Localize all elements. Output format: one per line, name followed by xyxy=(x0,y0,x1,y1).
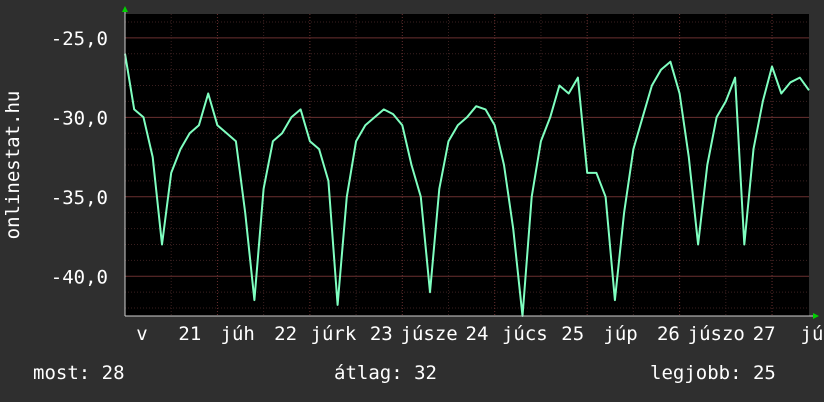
y-tick-label: -40,0 xyxy=(51,266,108,288)
x-axis-arrow-icon xyxy=(813,313,819,319)
x-tick-label: júrk xyxy=(311,323,357,345)
x-tick-label: 27 xyxy=(753,323,776,345)
x-tick-label: júszo xyxy=(688,323,745,345)
x-tick-label: 22 xyxy=(274,323,297,345)
x-tick-label: jú xyxy=(801,323,824,345)
x-tick-label: 25 xyxy=(561,323,584,345)
footer-current-value: most: 28 xyxy=(33,362,125,384)
line-chart: -25,0 -30,0 -35,0 -40,0 v 21 júh 22 júrk 23 júsze… xyxy=(2,6,823,345)
y-axis-label: onlinestat.hu xyxy=(2,91,24,240)
x-tick-label: 21 xyxy=(178,323,201,345)
y-tick-label: -35,0 xyxy=(51,187,108,209)
x-tick-label: júcs xyxy=(502,323,548,345)
x-tick-label: júsze xyxy=(401,323,458,345)
footer-average-value: átlag: 32 xyxy=(334,362,437,384)
chart-frame: -25,0 -30,0 -35,0 -40,0 v 21 júh 22 júrk 23 júsze… xyxy=(0,0,824,402)
y-tick-label: -30,0 xyxy=(51,107,108,129)
footer-best-value: legjobb: 25 xyxy=(650,362,776,384)
y-tick-label: -25,0 xyxy=(51,28,108,50)
x-tick-label: júp xyxy=(603,323,637,345)
x-tick-label: v xyxy=(136,323,147,345)
x-tick-label: 26 xyxy=(657,323,680,345)
x-tick-label: 23 xyxy=(370,323,393,345)
x-tick-label: júh xyxy=(221,323,255,345)
x-tick-label: 24 xyxy=(466,323,489,345)
y-axis-ticks: -25,0 -30,0 -35,0 -40,0 xyxy=(51,28,108,288)
y-axis-arrow-icon xyxy=(122,6,128,12)
x-axis-ticks: v 21 júh 22 júrk 23 júsze 24 júcs 25 júp 26 júszo 27 j… xyxy=(136,323,823,345)
